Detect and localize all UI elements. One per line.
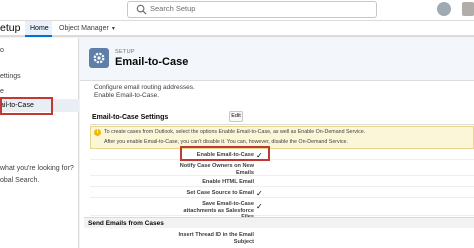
main-panel: SETUP Email-to-Case Configure email rout… <box>80 38 474 248</box>
sidebar-help-line2: obal Search. <box>0 177 40 184</box>
tab-object-manager[interactable]: Object Manager ▾ <box>54 21 134 37</box>
sidebar-item-quickfind[interactable]: o <box>0 47 4 54</box>
page-eyebrow: SETUP <box>115 49 135 55</box>
avatar-icon[interactable] <box>437 2 451 16</box>
info-line1: To create cases from Outlook, select the… <box>104 129 366 135</box>
send-emails-section-title: Send Emails from Cases <box>88 220 164 227</box>
sidebar-item-settings[interactable]: ettings <box>0 73 21 80</box>
description-line1: Configure email routing addresses. <box>94 84 195 91</box>
tab-home[interactable]: Home <box>25 21 52 37</box>
page-title: Email-to-Case <box>115 56 189 68</box>
chevron-down-icon: ▾ <box>111 26 115 32</box>
setting-row-enable-email-to-case: Enable Email-to-Case ✓ <box>90 150 474 160</box>
setting-row-save-attachments: Save Email-to-Case attachments as Salesf… <box>90 199 474 220</box>
setup-gear-icon <box>89 48 109 68</box>
checkmark-icon: ✓ <box>256 202 263 211</box>
nav-bar: etup Home Object Manager ▾ <box>0 21 474 37</box>
setting-label: Notify Case Owners on New Emails <box>179 163 254 176</box>
setting-label: Set Case Source to Email <box>186 190 254 196</box>
sidebar-help-line1: what you're looking for? <box>0 165 74 172</box>
checkmark-icon: ✓ <box>256 189 263 198</box>
info-icon: i <box>94 129 101 136</box>
notification-icon[interactable] <box>462 2 474 16</box>
section-divider <box>90 124 474 125</box>
info-message: i To create cases from Outlook, select t… <box>90 126 474 149</box>
search-placeholder: Search Setup <box>150 4 196 13</box>
setting-row-notify-case-owners: Notify Case Owners on New Emails <box>90 162 474 176</box>
setting-row-enable-html-email: Enable HTML Email <box>90 177 474 187</box>
send-emails-section-header: Send Emails from Cases <box>84 217 474 228</box>
edit-button[interactable]: Edit <box>229 111 243 122</box>
setting-row-set-case-source: Set Case Source to Email ✓ <box>90 188 474 198</box>
sidebar: o ettings e ail-to-Case what you're look… <box>0 38 79 248</box>
description-line2: Enable Email-to-Case. <box>94 92 160 99</box>
search-icon <box>136 4 147 15</box>
info-line2: After you enable Email-to-Case, you can'… <box>104 139 348 145</box>
top-bar: Search Setup <box>0 0 474 21</box>
highlight-box-sidebar <box>0 97 53 115</box>
tab-home-label: Home <box>30 25 49 32</box>
tab-object-manager-label: Object Manager <box>59 25 109 32</box>
search-input[interactable]: Search Setup <box>127 1 377 18</box>
setting-row-insert-thread-id: Insert Thread ID in the Email Subject <box>90 230 474 248</box>
app-name: etup <box>0 22 21 34</box>
sidebar-item-service[interactable]: e <box>0 88 4 95</box>
setting-label: Insert Thread ID in the Email Subject <box>178 232 254 245</box>
setting-label: Enable HTML Email <box>202 179 254 185</box>
settings-section-title: Email-to-Case Settings <box>92 114 169 121</box>
highlight-box-enable-email-to-case <box>180 146 270 161</box>
page-header: SETUP Email-to-Case <box>80 38 474 81</box>
